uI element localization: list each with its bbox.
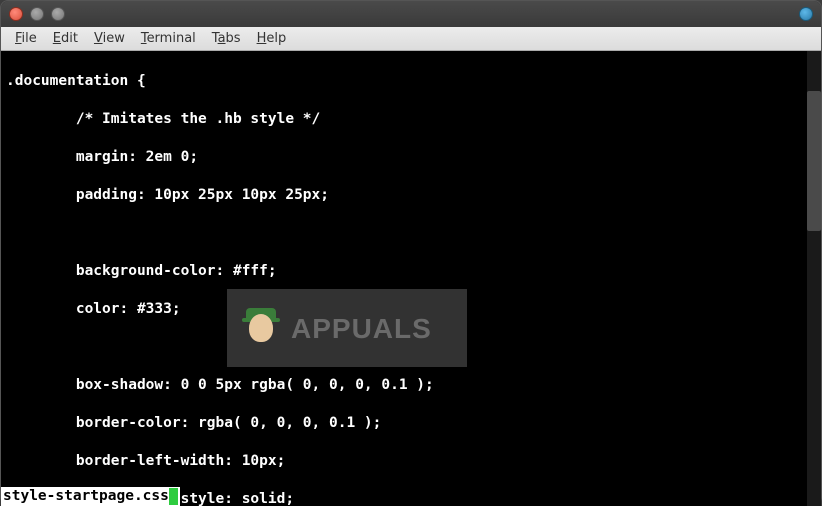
code-line: background-color: #fff; (6, 262, 816, 281)
menubar: File Edit View Terminal Tabs Help (1, 27, 821, 51)
code-line: /* Imitates the .hb style */ (6, 110, 816, 129)
menu-help[interactable]: Help (249, 29, 295, 48)
watermark-text: APPUALS (291, 319, 432, 338)
menu-view[interactable]: View (86, 29, 133, 48)
scrollbar-thumb[interactable] (807, 91, 821, 231)
watermark-mascot-icon (237, 304, 285, 352)
code-line: padding: 10px 25px 10px 25px; (6, 186, 816, 205)
code-line (6, 224, 816, 243)
watermark: APPUALS (227, 289, 467, 367)
code-line: .documentation { (6, 72, 816, 91)
menu-terminal[interactable]: Terminal (133, 29, 204, 48)
titlebar (1, 1, 821, 27)
cursor-block (169, 488, 178, 505)
code-line: border-left-width: 10px; (6, 452, 816, 471)
menu-edit[interactable]: Edit (45, 29, 86, 48)
code-line: box-shadow: 0 0 5px rgba( 0, 0, 0, 0.1 )… (6, 376, 816, 395)
close-button[interactable] (9, 7, 23, 21)
maximize-button[interactable] (51, 7, 65, 21)
terminal-content[interactable]: .documentation { /* Imitates the .hb sty… (1, 51, 821, 506)
info-button[interactable] (799, 7, 813, 21)
scrollbar[interactable] (807, 51, 821, 506)
minimize-button[interactable] (30, 7, 44, 21)
code-line: border-color: rgba( 0, 0, 0, 0.1 ); (6, 414, 816, 433)
menu-tabs[interactable]: Tabs (204, 29, 249, 48)
code-line: margin: 2em 0; (6, 148, 816, 167)
editor-statusbar: style-startpage.css (1, 487, 180, 506)
filename: style-startpage.css (3, 487, 169, 506)
window-buttons (9, 7, 65, 21)
menu-file[interactable]: File (7, 29, 45, 48)
